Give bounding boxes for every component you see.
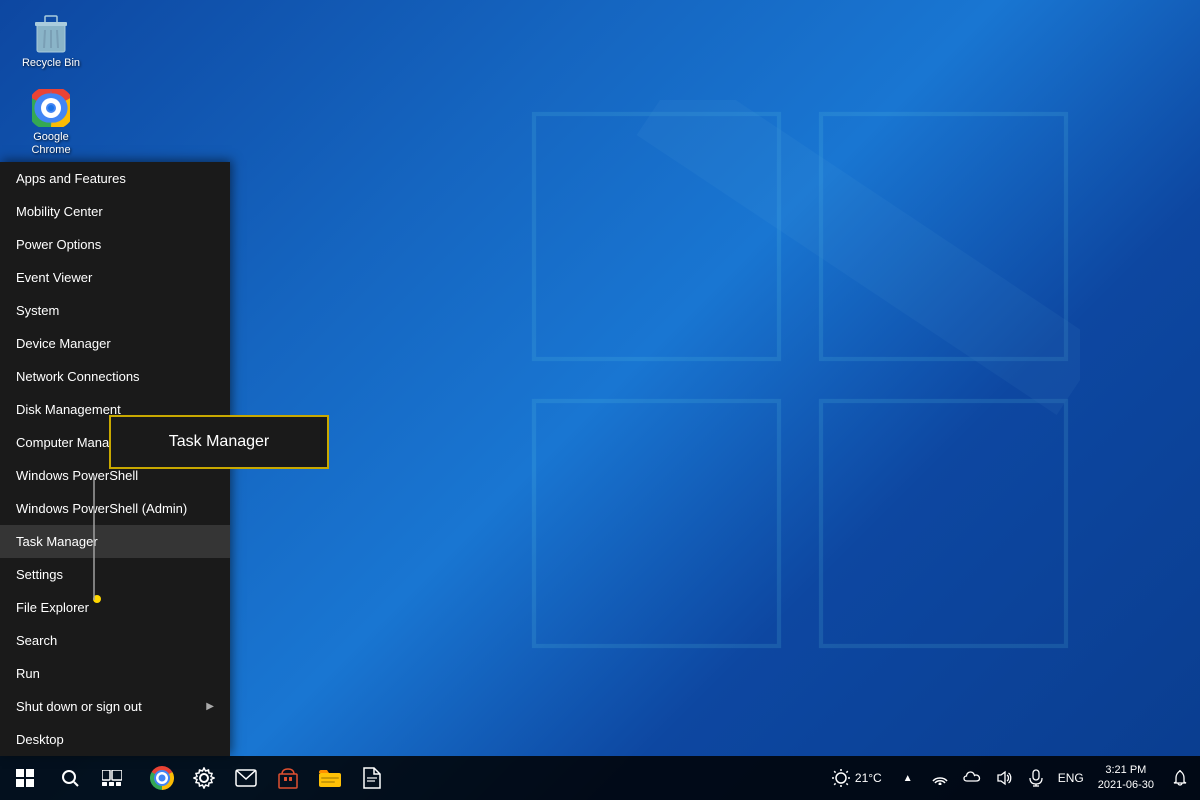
weather-temp: 21°C xyxy=(855,771,882,785)
menu-shut-down[interactable]: Shut down or sign out ▶ xyxy=(0,690,230,723)
menu-apps-features[interactable]: Apps and Features xyxy=(0,162,230,195)
recycle-bin-label: Recycle Bin xyxy=(22,57,80,70)
task-manager-indicator-dot xyxy=(93,595,101,603)
menu-device-manager[interactable]: Device Manager xyxy=(0,327,230,360)
systray-speaker-icon[interactable] xyxy=(990,756,1018,800)
menu-task-manager[interactable]: Task Manager xyxy=(0,525,230,558)
systray-network-icon[interactable] xyxy=(926,756,954,800)
language-indicator[interactable]: ENG xyxy=(1054,771,1088,785)
taskbar: 21°C ▲ xyxy=(0,756,1200,800)
clock-time: 3:21 PM xyxy=(1105,763,1146,778)
menu-settings[interactable]: Settings xyxy=(0,558,230,591)
task-manager-tooltip-label: Task Manager xyxy=(169,433,270,451)
windows-logo-watermark xyxy=(520,100,1080,660)
menu-system[interactable]: System xyxy=(0,294,230,327)
systray-mic-icon[interactable] xyxy=(1022,756,1050,800)
menu-event-viewer[interactable]: Event Viewer xyxy=(0,261,230,294)
systray-cloud-icon[interactable] xyxy=(958,756,986,800)
menu-mobility-center[interactable]: Mobility Center xyxy=(0,195,230,228)
taskbar-chrome-icon[interactable] xyxy=(142,756,182,800)
taskbar-document-icon[interactable] xyxy=(352,756,392,800)
taskbar-mail-icon[interactable] xyxy=(226,756,266,800)
shut-down-arrow: ▶ xyxy=(206,701,214,712)
taskbar-settings-icon[interactable] xyxy=(184,756,224,800)
desktop: Recycle Bin Google Chrome xyxy=(0,0,1200,800)
taskbar-system-tray: 21°C ▲ xyxy=(823,756,1200,800)
taskbar-file-explorer-icon[interactable] xyxy=(310,756,350,800)
menu-windows-powershell-admin[interactable]: Windows PowerShell (Admin) xyxy=(0,492,230,525)
google-chrome-icon[interactable]: Google Chrome xyxy=(15,84,87,161)
menu-run[interactable]: Run xyxy=(0,657,230,690)
recycle-bin-image xyxy=(31,14,71,54)
menu-power-options[interactable]: Power Options xyxy=(0,228,230,261)
recycle-bin-icon[interactable]: Recycle Bin xyxy=(15,10,87,74)
menu-file-explorer[interactable]: File Explorer xyxy=(0,591,230,624)
weather-widget[interactable]: 21°C xyxy=(823,768,890,788)
task-manager-tooltip: Task Manager xyxy=(109,415,329,469)
menu-desktop[interactable]: Desktop xyxy=(0,723,230,756)
system-clock[interactable]: 3:21 PM 2021-06-30 xyxy=(1092,763,1160,794)
notification-button[interactable] xyxy=(1164,756,1196,800)
systray-chevron-up[interactable]: ▲ xyxy=(894,756,922,800)
taskbar-pinned-icons xyxy=(134,756,823,800)
menu-search[interactable]: Search xyxy=(0,624,230,657)
taskbar-task-view-button[interactable] xyxy=(90,756,134,800)
taskbar-store-icon[interactable] xyxy=(268,756,308,800)
start-button[interactable] xyxy=(0,756,50,800)
chrome-image xyxy=(31,88,71,128)
taskbar-search-button[interactable] xyxy=(50,756,90,800)
menu-network-connections[interactable]: Network Connections xyxy=(0,360,230,393)
clock-date: 2021-06-30 xyxy=(1098,778,1154,793)
chrome-label: Google Chrome xyxy=(19,131,83,157)
